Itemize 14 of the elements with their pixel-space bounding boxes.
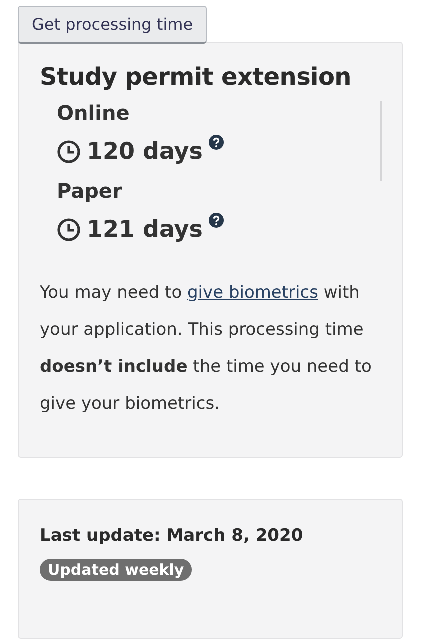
processing-time: 120 days [87,138,203,167]
update-frequency-badge: Updated weekly [40,559,192,581]
help-icon[interactable] [208,213,224,228]
last-update-text: Last update: March 8, 2020 [40,526,304,546]
processing-time: 121 days [87,216,203,245]
biometrics-note: You may need to give biometrics with your application. This processing time doesn’t include the time you need to give your biometrics. [40,282,373,416]
clock-icon [57,218,81,242]
clock-icon [57,140,81,164]
method-label: Online [57,101,131,125]
help-icon[interactable] [208,135,224,150]
biometrics-link[interactable]: give biometrics [188,283,318,303]
method-label: Paper [57,179,124,203]
result-title: Study permit extension [40,63,352,91]
get-processing-time-button[interactable]: Get processing time [18,6,208,44]
